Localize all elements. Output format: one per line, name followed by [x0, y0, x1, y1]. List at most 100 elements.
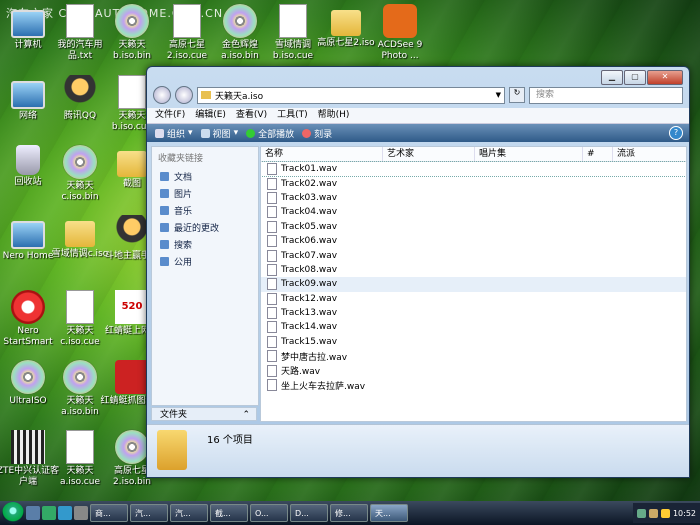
nav-item-label: 图片: [174, 190, 193, 200]
file-row[interactable]: Track12.wav: [261, 292, 686, 306]
column-album[interactable]: 唱片集: [475, 147, 583, 161]
network-tray-icon[interactable]: [636, 508, 646, 518]
volume-icon[interactable]: [648, 508, 658, 518]
nav-item-recently-changed[interactable]: 最近的更改: [152, 219, 258, 236]
quick-launch-chevron-icon[interactable]: [74, 506, 88, 520]
play-all-button[interactable]: 全部播放: [246, 127, 294, 140]
folders-label: 文件夹: [160, 410, 188, 420]
wav-file-icon: [267, 321, 277, 334]
file-row[interactable]: Track05.wav: [261, 220, 686, 234]
file-name: Track15.wav: [281, 336, 338, 347]
text-file-icon: [66, 4, 94, 38]
taskbar-button[interactable]: 天...: [370, 504, 408, 522]
nav-item-public[interactable]: 公用: [152, 253, 258, 270]
recycle-bin-icon: [16, 145, 40, 175]
help-icon[interactable]: ?: [669, 126, 683, 140]
address-bar[interactable]: 天籁天a.iso ▼: [197, 86, 505, 104]
show-desktop-icon[interactable]: [26, 506, 40, 520]
nav-item-pictures[interactable]: 图片: [152, 185, 258, 202]
minimize-icon[interactable]: ▁: [601, 70, 623, 85]
back-button[interactable]: [153, 86, 171, 104]
column-track-number[interactable]: #: [583, 147, 613, 161]
file-row[interactable]: Track09.wav: [261, 277, 686, 292]
folders-toggle[interactable]: 文件夹 ⌃: [151, 407, 257, 421]
nero-home-icon: [11, 221, 45, 249]
menu-tools[interactable]: 工具(T): [277, 108, 308, 123]
file-row[interactable]: 坐上火车去拉萨.wav: [261, 378, 686, 392]
menu-view[interactable]: 查看(V): [236, 108, 267, 123]
start-button[interactable]: [2, 502, 24, 524]
column-artist[interactable]: 艺术家: [383, 147, 475, 161]
wav-file-icon: [267, 292, 277, 305]
file-row[interactable]: Track08.wav: [261, 263, 686, 277]
taskbar-button[interactable]: 汽...: [130, 504, 168, 522]
menu-file[interactable]: 文件(F): [155, 108, 185, 123]
forward-button[interactable]: [175, 86, 193, 104]
chevron-down-icon[interactable]: ▼: [496, 91, 501, 99]
wav-file-icon: [267, 350, 277, 363]
views-button[interactable]: 视图 ▾: [200, 127, 239, 140]
taskbar-button[interactable]: O...: [250, 504, 288, 522]
clock[interactable]: 10:52: [673, 509, 696, 518]
file-row[interactable]: 天路.wav: [261, 363, 686, 377]
nav-item-label: 公用: [174, 258, 193, 268]
maximize-icon[interactable]: ▢: [624, 70, 646, 85]
camera-icon: [383, 4, 417, 38]
folder-icon: [201, 91, 211, 99]
wav-file-icon: [267, 379, 277, 392]
nav-item-searches[interactable]: 搜索: [152, 236, 258, 253]
menu-help[interactable]: 帮助(H): [318, 108, 350, 123]
switch-windows-icon[interactable]: [42, 506, 56, 520]
taskbar: 商... 汽... 汽... 截... O... D... 修... 天... 10:52: [0, 501, 700, 525]
taskbar-button[interactable]: 商...: [90, 504, 128, 522]
qq-tray-icon[interactable]: [660, 508, 670, 518]
window-controls: ▁ ▢ ✕: [601, 70, 683, 85]
close-icon[interactable]: ✕: [647, 70, 683, 85]
wav-file-icon: [267, 235, 277, 248]
search-input[interactable]: 搜索: [529, 86, 683, 104]
folder-icon: [117, 151, 147, 177]
taskbar-button[interactable]: D...: [290, 504, 328, 522]
details-pane: 16 个项目: [147, 424, 689, 477]
wav-file-icon: [267, 364, 277, 377]
explorer-window[interactable]: ▁ ▢ ✕ 天籁天a.iso ▼ ↻ 搜索 文件(F) 编辑(E) 查看(V) …: [146, 66, 690, 478]
nero-icon: [11, 290, 45, 324]
qq-penguin-icon: [63, 75, 97, 109]
address-bar-row: 天籁天a.iso ▼ ↻ 搜索: [153, 86, 683, 104]
file-row[interactable]: Track14.wav: [261, 320, 686, 334]
file-row[interactable]: Track04.wav: [261, 205, 686, 219]
column-genre[interactable]: 流派: [613, 147, 686, 161]
refresh-button[interactable]: ↻: [509, 87, 525, 103]
chevron-down-icon: ▾: [233, 128, 239, 138]
taskbar-button[interactable]: 修...: [330, 504, 368, 522]
favorite-links-header: 收藏夹链接: [158, 154, 204, 164]
file-row[interactable]: Track13.wav: [261, 306, 686, 320]
file-row[interactable]: Track01.wav: [261, 160, 686, 178]
file-row[interactable]: 梦中唐古拉.wav: [261, 349, 686, 363]
file-row[interactable]: Track02.wav: [261, 176, 686, 190]
file-name: 梦中唐古拉.wav: [281, 352, 348, 363]
taskbar-button[interactable]: 汽...: [170, 504, 208, 522]
wav-file-icon: [267, 177, 277, 190]
file-row[interactable]: Track07.wav: [261, 248, 686, 262]
organize-button[interactable]: 组织 ▾: [155, 127, 193, 140]
music-icon: [160, 206, 169, 215]
wav-file-icon: [267, 263, 277, 276]
cue-file-icon: [118, 75, 146, 109]
taskbar-button[interactable]: 截...: [210, 504, 248, 522]
column-name[interactable]: 名称: [261, 147, 383, 161]
desktop-icon[interactable]: ACDSee 9 Photo ...: [368, 4, 432, 62]
file-name: Track05.wav: [281, 221, 338, 232]
file-row[interactable]: Track15.wav: [261, 335, 686, 349]
disc-image-icon: [115, 430, 149, 464]
file-row[interactable]: Track06.wav: [261, 234, 686, 248]
file-row[interactable]: Track03.wav: [261, 191, 686, 205]
play-all-label: 全部播放: [258, 129, 295, 140]
nav-item-documents[interactable]: 文档: [152, 168, 258, 185]
burn-button[interactable]: 刻录: [302, 127, 332, 140]
wav-file-icon: [267, 191, 277, 204]
browser-icon[interactable]: [58, 506, 72, 520]
file-name: Track03.wav: [281, 192, 338, 203]
menu-edit[interactable]: 编辑(E): [195, 108, 226, 123]
nav-item-music[interactable]: 音乐: [152, 202, 258, 219]
